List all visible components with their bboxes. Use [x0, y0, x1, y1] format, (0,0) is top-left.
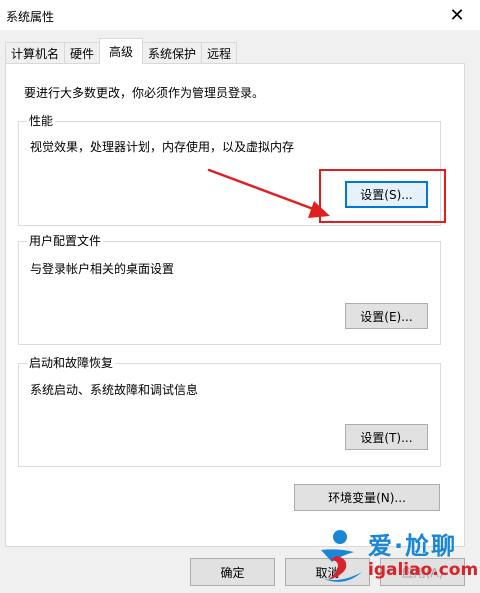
tab-strip: 计算机名 硬件 高级 系统保护 远程 — [5, 38, 238, 64]
performance-legend: 性能 — [27, 114, 56, 128]
system-properties-dialog: 系统属性 ✕ 计算机名 硬件 高级 系统保护 远程 要进行大多数更改，你必须作为… — [0, 0, 480, 593]
window-title: 系统属性 — [6, 10, 55, 24]
performance-description: 视觉效果，处理器计划，内存使用，以及虚拟内存 — [30, 140, 295, 154]
user-profiles-legend: 用户配置文件 — [27, 234, 104, 248]
performance-settings-button[interactable]: 设置(S)... — [345, 181, 428, 208]
button-label: 设置(E)... — [360, 309, 413, 324]
button-label: 环境变量(N)... — [328, 491, 406, 505]
watermark-logo-icon — [321, 530, 362, 582]
ok-button[interactable]: 确定 — [190, 558, 275, 586]
site-watermark: 爱·尬聊 igaliao.com — [318, 524, 480, 590]
watermark-en-text: igaliao.com — [368, 560, 479, 580]
button-label: 设置(S)... — [360, 188, 413, 202]
tab-advanced[interactable]: 高级 — [99, 38, 144, 64]
user-profiles-description: 与登录帐户相关的桌面设置 — [30, 262, 175, 276]
tab-hardware[interactable]: 硬件 — [64, 42, 101, 64]
tab-label: 远程 — [207, 47, 232, 61]
user-profiles-settings-button[interactable]: 设置(E)... — [345, 303, 428, 329]
close-icon: ✕ — [449, 4, 465, 26]
tab-computer-name[interactable]: 计算机名 — [5, 42, 66, 64]
startup-recovery-description: 系统启动、系统故障和调试信息 — [30, 383, 199, 397]
tab-label: 硬件 — [70, 47, 95, 61]
tab-label: 高级 — [109, 45, 134, 59]
startup-recovery-settings-button[interactable]: 设置(T)... — [345, 424, 428, 450]
button-label: 设置(T)... — [360, 430, 413, 445]
tab-label: 系统保护 — [148, 47, 197, 61]
button-label: 确定 — [220, 565, 245, 580]
title-bar: 系统属性 ✕ — [0, 0, 480, 30]
close-button[interactable]: ✕ — [434, 0, 480, 30]
startup-recovery-group: 启动和故障恢复 系统启动、系统故障和调试信息 — [18, 356, 441, 467]
performance-group: 性能 视觉效果，处理器计划，内存使用，以及虚拟内存 — [18, 114, 441, 226]
admin-notice: 要进行大多数更改，你必须作为管理员登录。 — [24, 86, 265, 100]
tab-label: 计算机名 — [11, 47, 60, 61]
environment-variables-button[interactable]: 环境变量(N)... — [294, 484, 440, 511]
tab-remote[interactable]: 远程 — [201, 42, 238, 64]
user-profiles-group: 用户配置文件 与登录帐户相关的桌面设置 — [18, 234, 441, 345]
startup-recovery-legend: 启动和故障恢复 — [27, 356, 116, 370]
tab-system-protection[interactable]: 系统保护 — [142, 42, 203, 64]
watermark-cn-text: 爱·尬聊 — [368, 532, 458, 560]
